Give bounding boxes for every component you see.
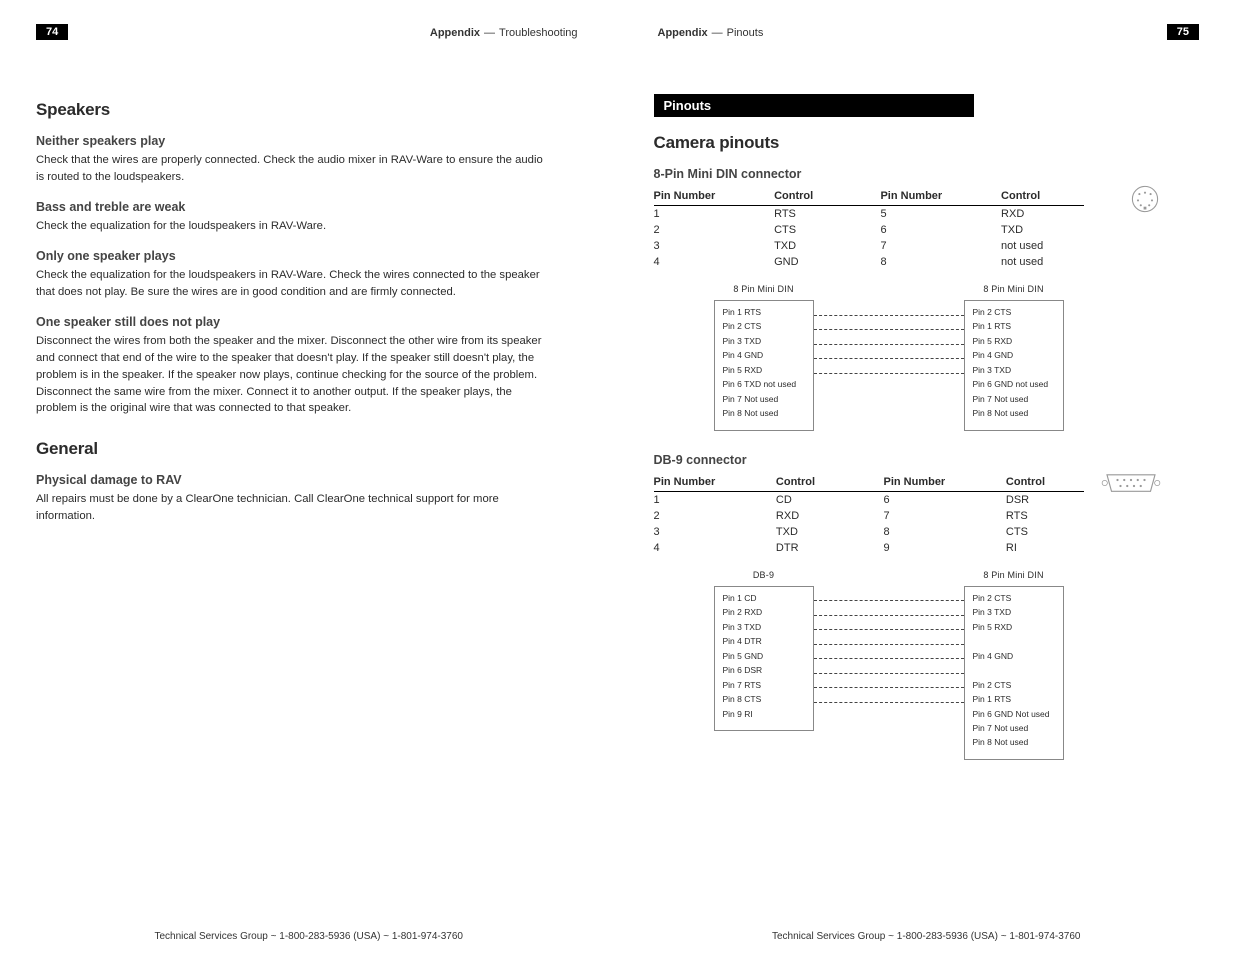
subhead-db9: DB-9 connector (654, 453, 1200, 467)
wiring-pin-label: Pin 3 TXD (723, 336, 805, 347)
subhead-onespeaker: Only one speaker plays (36, 249, 582, 263)
table-row: 1RTS5RXD (654, 206, 1084, 223)
wiring-pin-label: Pin 9 RI (723, 709, 805, 720)
wiring-pin-label: Pin 2 CTS (973, 307, 1055, 318)
para-onespeaker: Check the equalization for the loudspeak… (36, 267, 546, 301)
wiring-box-left: Pin 1 CD Pin 2 RXD Pin 3 TXD Pin 4 DTR Pin 5… (714, 586, 814, 731)
wiring-pin-label: Pin 1 RTS (973, 321, 1055, 332)
wiring-pin-label: Pin 5 RXD (723, 365, 805, 376)
wiring-box-right: Pin 2 CTS Pin 3 TXD Pin 5 RXD Pin 4 GND Pi… (964, 586, 1064, 760)
wiring-pin-label (973, 665, 1055, 676)
wiring-lines (814, 570, 964, 721)
wiring-pin-label: Pin 1 RTS (973, 694, 1055, 705)
wiring-pin-label: Pin 7 RTS (723, 680, 805, 691)
section-tab-pinouts: Pinouts (654, 94, 974, 117)
table-row: 3TXD8CTS (654, 524, 1084, 540)
wiring-pin-label: Pin 8 CTS (723, 694, 805, 705)
din-wiring-diagram: 8 Pin Mini DIN Pin 1 RTS Pin 2 CTS Pin 3 TX… (714, 284, 1200, 431)
footer-left: Technical Services Group ~ 1-800-283-593… (0, 931, 618, 942)
heading-camera-pinouts: Camera pinouts (654, 133, 1200, 153)
wiring-pin-label: Pin 4 DTR (723, 636, 805, 647)
table-row: 3TXD7not used (654, 238, 1084, 254)
din-table: Pin Number Control Pin Number Control 1R… (654, 187, 1084, 270)
page-right: 75 Appendix—Pinouts Pinouts Camera pinou… (618, 0, 1235, 954)
wiring-pin-label: Pin 2 CTS (723, 321, 805, 332)
wiring-pin-label: Pin 2 CTS (973, 593, 1055, 604)
wiring-pin-label: Pin 5 RXD (973, 622, 1055, 633)
mini-din-icon (1131, 185, 1159, 213)
wiring-box-right: Pin 2 CTS Pin 1 RTS Pin 5 RXD Pin 4 GND Pin … (964, 300, 1064, 431)
wiring-pin-label: Pin 1 RTS (723, 307, 805, 318)
wiring-pin-label: Pin 4 GND (973, 651, 1055, 662)
db9-icon (1101, 471, 1161, 495)
wiring-pin-label: Pin 6 GND Not used (973, 709, 1055, 720)
wiring-pin-label: Pin 2 CTS (973, 680, 1055, 691)
wiring-pin-label: Pin 4 GND (973, 350, 1055, 361)
wiring-pin-label: Pin 8 Not used (723, 408, 805, 419)
wiring-title-left: DB-9 (714, 570, 814, 580)
wiring-pin-label: Pin 6 DSR (723, 665, 805, 676)
wiring-pin-label: Pin 5 RXD (973, 336, 1055, 347)
db9-table: Pin Number Control Pin Number Control 1C… (654, 473, 1084, 556)
subhead-neither: Neither speakers play (36, 134, 582, 148)
wiring-pin-label: Pin 1 CD (723, 593, 805, 604)
running-head-left: Appendix—Troubleshooting (430, 27, 578, 39)
table-row: 1CD6DSR (654, 491, 1084, 508)
wiring-pin-label: Pin 4 GND (723, 350, 805, 361)
subhead-8pin: 8-Pin Mini DIN connector (654, 167, 1200, 181)
page-left: 74 Appendix—Troubleshooting Speakers Nei… (0, 0, 618, 954)
table-row: 4GND8not used (654, 254, 1084, 270)
heading-speakers: Speakers (36, 100, 582, 120)
wiring-pin-label: Pin 6 TXD not used (723, 379, 805, 390)
wiring-lines (814, 284, 964, 420)
heading-general: General (36, 439, 582, 459)
para-damage: All repairs must be done by a ClearOne t… (36, 491, 546, 525)
table-row: 2CTS6TXD (654, 222, 1084, 238)
page-number-left: 74 (36, 24, 68, 40)
wiring-pin-label (973, 636, 1055, 647)
wiring-title-right: 8 Pin Mini DIN (964, 284, 1064, 294)
subhead-damage: Physical damage to RAV (36, 473, 582, 487)
wiring-pin-label: Pin 3 TXD (723, 622, 805, 633)
wiring-box-left: Pin 1 RTS Pin 2 CTS Pin 3 TXD Pin 4 GND Pin … (714, 300, 814, 431)
page-number-right: 75 (1167, 24, 1199, 40)
para-neither: Check that the wires are properly connec… (36, 152, 546, 186)
wiring-pin-label: Pin 2 RXD (723, 607, 805, 618)
content-left: Speakers Neither speakers play Check tha… (36, 94, 582, 529)
wiring-pin-label: Pin 7 Not used (723, 394, 805, 405)
content-right: Pinouts Camera pinouts 8-Pin Mini DIN co… (654, 94, 1200, 760)
wiring-pin-label: Pin 6 GND not used (973, 379, 1055, 390)
footer-right: Technical Services Group ~ 1-800-283-593… (618, 931, 1235, 942)
wiring-pin-label: Pin 3 TXD (973, 607, 1055, 618)
wiring-pin-label: Pin 8 Not used (973, 408, 1055, 419)
table-row: 2RXD7RTS (654, 508, 1084, 524)
wiring-pin-label: Pin 3 TXD (973, 365, 1055, 376)
subhead-bass: Bass and treble are weak (36, 200, 582, 214)
wiring-title-left: 8 Pin Mini DIN (714, 284, 814, 294)
running-head-right: Appendix—Pinouts (658, 27, 764, 39)
db9-wiring-diagram: DB-9Pin 1 CDPin 2 RXDPin 3 TXDPin 4 DTRP… (714, 570, 1200, 760)
wiring-pin-label: Pin 7 Not used (973, 723, 1055, 734)
wiring-pin-label: Pin 7 Not used (973, 394, 1055, 405)
para-bass: Check the equalization for the loudspeak… (36, 218, 546, 235)
table-row: 4DTR9RI (654, 540, 1084, 556)
wiring-pin-label: Pin 8 Not used (973, 737, 1055, 748)
wiring-pin-label: Pin 5 GND (723, 651, 805, 662)
para-stillnot: Disconnect the wires from both the speak… (36, 333, 546, 418)
subhead-stillnot: One speaker still does not play (36, 315, 582, 329)
wiring-title-right: 8 Pin Mini DIN (964, 570, 1064, 580)
